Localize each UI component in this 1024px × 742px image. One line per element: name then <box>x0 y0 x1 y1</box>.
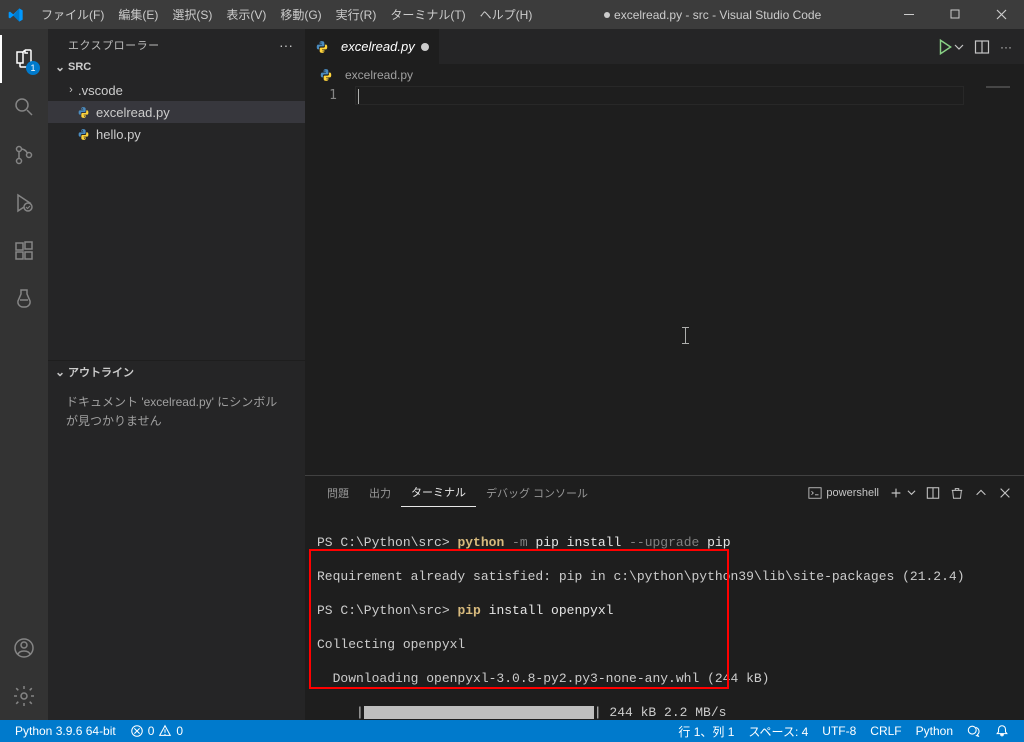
tab-excelread-label: excelread.py <box>341 39 415 54</box>
editor-more-button[interactable]: ··· <box>1000 40 1012 54</box>
window-title-text: excelread.py - src - Visual Studio Code <box>614 8 821 22</box>
sidebar-explorer: エクスプローラー ··· ⌄ SRC › .vscode excelread.p… <box>48 29 305 720</box>
panel-maximize-button[interactable] <box>974 486 988 500</box>
split-editor-button[interactable] <box>974 39 990 55</box>
python-file-icon <box>76 128 90 141</box>
status-python-version[interactable]: Python 3.9.6 64-bit <box>8 720 123 742</box>
status-encoding[interactable]: UTF-8 <box>815 720 863 742</box>
chevron-right-icon: › <box>64 84 78 96</box>
menu-select[interactable]: 選択(S) <box>165 2 219 27</box>
activity-bar: 1 <box>0 29 48 720</box>
run-button[interactable] <box>936 38 964 56</box>
section-outline-label: アウトライン <box>68 364 134 380</box>
menu-go[interactable]: 移動(G) <box>273 2 328 27</box>
menu-help[interactable]: ヘルプ(H) <box>473 2 540 27</box>
breadcrumb-file: excelread.py <box>345 68 413 82</box>
tab-excelread[interactable]: excelread.py <box>305 29 440 64</box>
file-excelread-label: excelread.py <box>96 105 170 120</box>
panel-tabs: 問題 出力 ターミナル デバッグ コンソール powershell <box>305 476 1024 509</box>
editor-body[interactable]: 1 <box>305 86 1024 475</box>
terminal-split-button[interactable] <box>926 486 940 500</box>
section-src-header[interactable]: ⌄ SRC <box>48 57 305 77</box>
folder-vscode[interactable]: › .vscode <box>48 79 305 101</box>
terminal-content[interactable]: PS C:\Python\src> python -m pip install … <box>305 509 1024 720</box>
sidebar-title: エクスプローラー <box>68 37 160 53</box>
window-controls <box>886 0 1024 29</box>
status-bar: Python 3.9.6 64-bit 0 0 行 1、列 1 スペース: 4 … <box>0 720 1024 742</box>
panel-tab-output[interactable]: 出力 <box>359 479 401 507</box>
status-indent[interactable]: スペース: 4 <box>741 720 815 742</box>
menu-view[interactable]: 表示(V) <box>219 2 273 27</box>
chevron-down-icon: ⌄ <box>52 365 68 379</box>
terminal-kill-button[interactable] <box>950 486 964 500</box>
chevron-down-icon: ⌄ <box>52 60 68 74</box>
bottom-panel: 問題 出力 ターミナル デバッグ コンソール powershell <box>305 475 1024 720</box>
activity-testing[interactable] <box>0 275 48 323</box>
line-gutter: 1 <box>305 86 355 475</box>
python-file-icon <box>76 106 90 119</box>
outline-empty-message: ドキュメント 'excelread.py' にシンボルが見つかりません <box>48 383 305 441</box>
folder-vscode-label: .vscode <box>78 83 123 98</box>
menu-edit[interactable]: 編集(E) <box>111 2 165 27</box>
line-number-1: 1 <box>305 88 337 103</box>
editor-tabs: excelread.py ··· <box>305 29 1024 64</box>
vscode-logo-icon <box>8 7 24 23</box>
panel-tab-terminal[interactable]: ターミナル <box>401 478 476 507</box>
activity-badge: 1 <box>26 61 40 75</box>
activity-scm[interactable] <box>0 131 48 179</box>
scrollbar-vertical[interactable] <box>1010 86 1024 475</box>
modified-dot-icon <box>604 12 610 18</box>
activity-extensions[interactable] <box>0 227 48 275</box>
status-notifications[interactable] <box>988 720 1016 742</box>
status-warnings-count: 0 <box>176 724 183 738</box>
activity-search[interactable] <box>0 83 48 131</box>
explorer-tree: › .vscode excelread.py hello.py <box>48 77 305 145</box>
sidebar-more-icon[interactable]: ··· <box>279 37 293 53</box>
editor-area: excelread.py ··· excelread.py <box>305 29 1024 720</box>
python-file-icon <box>319 68 333 82</box>
status-feedback[interactable] <box>960 720 988 742</box>
file-excelread[interactable]: excelread.py <box>48 101 305 123</box>
panel-close-button[interactable] <box>998 486 1012 500</box>
panel-tab-debug[interactable]: デバッグ コンソール <box>476 479 598 507</box>
progress-bar <box>364 706 594 719</box>
terminal-new-button[interactable] <box>889 486 916 500</box>
close-button[interactable] <box>978 0 1024 29</box>
activity-debug[interactable] <box>0 179 48 227</box>
file-hello[interactable]: hello.py <box>48 123 305 145</box>
main-area: 1 エクスプローラー ··· ⌄ SRC <box>0 29 1024 720</box>
breadcrumbs[interactable]: excelread.py <box>305 64 1024 86</box>
status-problems[interactable]: 0 0 <box>123 720 190 742</box>
title-bar: ファイル(F) 編集(E) 選択(S) 表示(V) 移動(G) 実行(R) ター… <box>0 0 1024 29</box>
current-line-highlight <box>355 86 964 105</box>
menu-terminal[interactable]: ターミナル(T) <box>383 2 472 27</box>
menu-run[interactable]: 実行(R) <box>329 2 384 27</box>
minimize-button[interactable] <box>886 0 932 29</box>
file-hello-label: hello.py <box>96 127 141 142</box>
modified-dot-icon <box>421 43 429 51</box>
window-title: excelread.py - src - Visual Studio Code <box>539 8 886 22</box>
status-errors-count: 0 <box>148 724 155 738</box>
activity-settings[interactable] <box>0 672 48 720</box>
python-file-icon <box>315 40 329 54</box>
menu-file[interactable]: ファイル(F) <box>34 2 111 27</box>
panel-tab-problems[interactable]: 問題 <box>317 479 359 507</box>
terminal-shell-label: powershell <box>826 487 879 499</box>
terminal-shell-selector[interactable]: powershell <box>808 486 879 500</box>
status-line-col[interactable]: 行 1、列 1 <box>671 720 741 742</box>
editor-actions: ··· <box>936 29 1024 64</box>
activity-accounts[interactable] <box>0 624 48 672</box>
activity-explorer[interactable]: 1 <box>0 35 48 83</box>
editor-cursor <box>358 89 359 104</box>
maximize-button[interactable] <box>932 0 978 29</box>
section-outline-header[interactable]: ⌄ アウトライン <box>48 361 305 383</box>
menu-bar: ファイル(F) 編集(E) 選択(S) 表示(V) 移動(G) 実行(R) ター… <box>34 2 539 27</box>
section-src-label: SRC <box>68 61 91 73</box>
minimap[interactable] <box>986 86 1010 88</box>
text-cursor-icon <box>685 327 686 344</box>
status-eol[interactable]: CRLF <box>863 720 908 742</box>
code-area[interactable] <box>355 86 1024 475</box>
status-language[interactable]: Python <box>909 720 960 742</box>
